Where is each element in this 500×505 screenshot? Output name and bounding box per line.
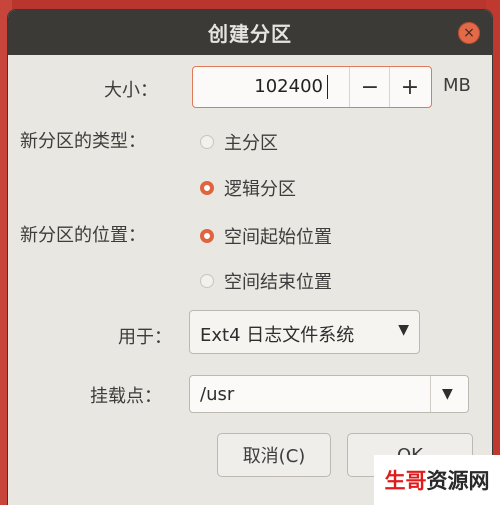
- dialog-title: 创建分区: [208, 22, 292, 46]
- radio-primary-partition[interactable]: 主分区: [200, 129, 278, 155]
- radio-label-logical: 逻辑分区: [224, 179, 296, 200]
- radio-label-start: 空间起始位置: [224, 227, 332, 248]
- radio-button[interactable]: [200, 274, 214, 288]
- watermark-text-red: 生哥: [384, 469, 427, 493]
- increase-button[interactable]: +: [389, 67, 430, 107]
- minus-icon: −: [360, 74, 380, 100]
- radio-end-of-space[interactable]: 空间结束位置: [200, 268, 332, 294]
- chevron-down-icon: ▼: [398, 322, 409, 338]
- radio-button-selected[interactable]: [200, 181, 214, 195]
- radio-button[interactable]: [200, 135, 214, 149]
- radio-button-selected[interactable]: [200, 229, 214, 243]
- chevron-down-icon[interactable]: ▼: [442, 386, 453, 402]
- create-partition-dialog: 创建分区 × 大小： 102400 − + MB 新分区的类型： 主分区 逻辑分…: [8, 10, 492, 505]
- partition-location-label: 新分区的位置：: [20, 225, 146, 246]
- site-watermark: 生哥 资源网: [374, 455, 500, 505]
- combo-divider: [430, 376, 431, 412]
- cancel-button[interactable]: 取消(C): [217, 433, 331, 477]
- mount-point-combobox[interactable]: /usr ▼: [189, 375, 469, 413]
- decrease-button[interactable]: −: [349, 67, 390, 107]
- plus-icon: +: [400, 74, 420, 100]
- size-value[interactable]: 102400: [254, 76, 323, 97]
- partition-type-label: 新分区的类型：: [20, 131, 146, 152]
- mount-point-value[interactable]: /usr: [200, 384, 234, 405]
- radio-start-of-space[interactable]: 空间起始位置: [200, 223, 332, 249]
- radio-label-primary: 主分区: [224, 133, 278, 154]
- size-unit: MB: [443, 75, 471, 96]
- size-label: 大小：: [104, 80, 158, 101]
- radio-label-end: 空间结束位置: [224, 272, 332, 293]
- filesystem-dropdown[interactable]: Ext4 日志文件系统 ▼: [189, 310, 420, 354]
- text-cursor: [327, 75, 328, 99]
- size-stepper[interactable]: 102400 − +: [192, 66, 432, 108]
- title-bar: 创建分区 ×: [8, 10, 492, 55]
- use-as-label: 用于：: [118, 327, 172, 348]
- close-icon: ×: [463, 25, 475, 41]
- filesystem-value: Ext4 日志文件系统: [200, 325, 355, 346]
- radio-logical-partition[interactable]: 逻辑分区: [200, 175, 296, 201]
- mount-point-label: 挂载点：: [90, 386, 162, 407]
- close-button[interactable]: ×: [458, 22, 480, 44]
- watermark-text-dark: 资源网: [426, 469, 490, 493]
